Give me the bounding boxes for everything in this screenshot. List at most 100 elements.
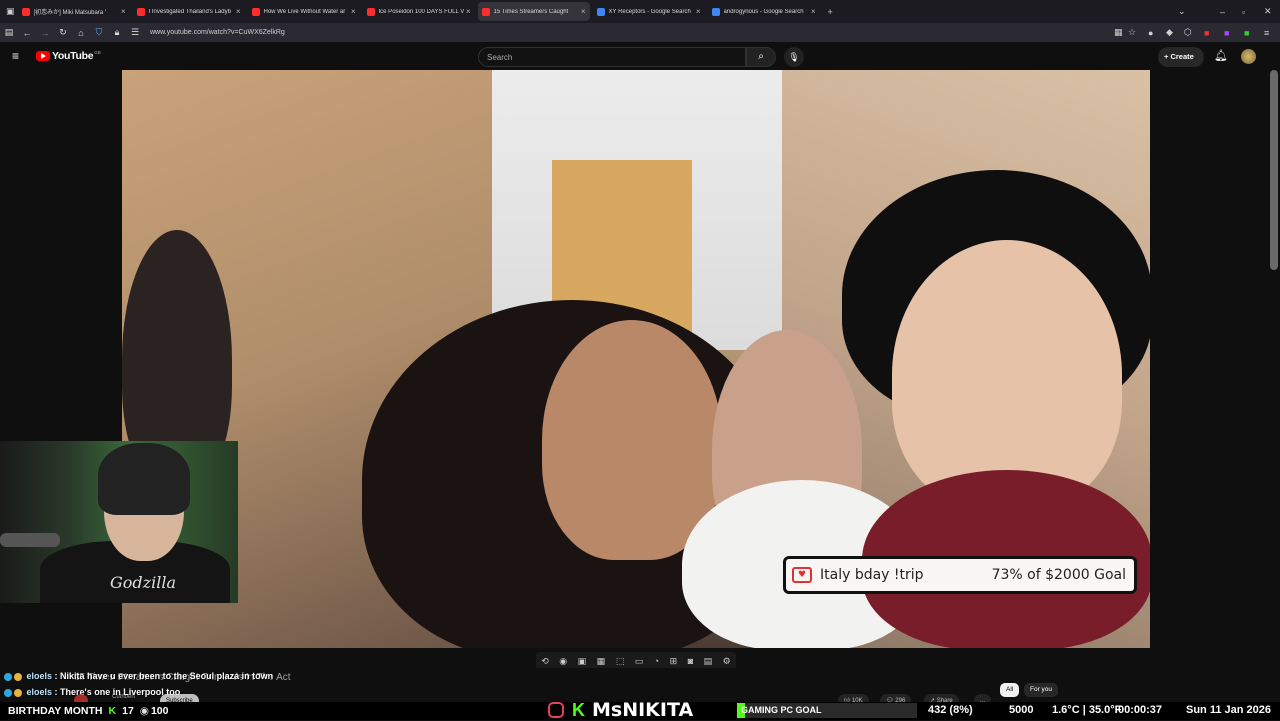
forward-icon[interactable]: → [36,28,54,38]
chat-badge-icon [14,672,22,681]
chat-username: eloels [26,687,53,697]
voice-search-button[interactable]: 🎙︎ [784,47,804,67]
bookmark-star-icon[interactable]: ☆ [1128,27,1136,38]
youtube-header: ≡ YouTube GB Search ⌕ 🎙︎ + Create 🔔︎ [0,42,1280,70]
extension-icon-2[interactable]: ◆ [1166,27,1173,38]
tab-close-icon[interactable]: × [696,7,701,16]
mic-icon: 🎙︎ [788,52,800,62]
goal-progress-text: 73% of $2000 Goal [991,567,1126,583]
search-input[interactable]: Search [478,47,746,67]
youtube-play-icon [36,51,50,61]
browser-tab[interactable]: androgynous - Google Search × [708,2,820,21]
settings-gear-icon[interactable]: ⚙ [723,656,731,667]
hamburger-menu-icon[interactable]: ≡ [12,49,19,63]
sidebar-toggle-icon[interactable]: ▤ [0,27,18,38]
loop-icon[interactable]: ⟲ [541,656,549,667]
tab-close-icon[interactable]: × [351,7,356,16]
calendar-icon[interactable]: ▦ [597,656,606,667]
tab-close-icon[interactable]: × [811,7,816,16]
url-field[interactable]: www.youtube.com/watch?v=CuWX6ZelkRg [150,29,285,36]
region-code: GB [94,49,101,55]
chat-message: eloels : Nikita have u ever been to the … [4,671,273,681]
new-tab-button[interactable]: + [828,7,833,17]
webcam-overlay: Godzilla [0,441,238,603]
browser-tab[interactable]: I Investigated Thailand's Ladyb × [133,2,245,21]
tab-overview-icon[interactable]: ▣ [6,6,15,17]
tab-list-chevron-icon[interactable]: ⌄ [1178,6,1186,17]
avatar[interactable] [1241,49,1256,64]
browser-tab[interactable]: XY Receptors - Google Search × [593,2,705,21]
resize-icon[interactable]: ⬚ [616,656,625,667]
instagram-icon [548,702,564,718]
chat-username: eloels [26,671,53,681]
browser-tab-bar: ▣ [初恋みか] Miki Matsubara ' × I Investigated… [0,0,1280,23]
youtube-wordmark: YouTube [52,50,94,62]
youtube-logo[interactable]: YouTube GB [36,50,101,62]
lock-icon[interactable]: 🔒︎ [108,27,126,38]
miniplayer-icon[interactable]: ▭ [635,656,644,667]
browser-tab[interactable]: Ice Poseidon 100 DAYS FULL V × [363,2,475,21]
tab-favicon-icon [596,7,605,16]
back-icon[interactable]: ← [18,28,36,38]
screenshot-icon[interactable]: ▣ [578,656,587,667]
chat-badge-icon [14,688,22,697]
kick-small-icon: K [108,705,117,717]
notifications-bell-icon[interactable]: 🔔︎ [1214,49,1228,62]
viewer-count: 100 [150,705,169,717]
restore-icon[interactable]: ▫ [1242,7,1245,17]
donation-goal-overlay: ♥ Italy bday !trip 73% of $2000 Goal [783,556,1137,594]
camera-icon[interactable]: ◙ [688,656,693,666]
filter-icon[interactable]: ▤ [704,656,713,667]
gaming-pc-goal-label: GAMING PC GOAL [741,705,822,715]
extension-icon-5[interactable]: ■ [1224,28,1229,38]
tab-close-icon[interactable]: × [236,7,241,16]
tab-favicon-icon [711,7,720,16]
address-bar: ▤ ← → ↻ ⌂ ⛉ 🔒︎ ☰ www.youtube.com/watch?v… [0,23,1280,42]
page-scrollbar[interactable] [1270,70,1278,270]
chip-all[interactable]: All [1000,683,1020,697]
browser-tab[interactable]: [初恋みか] Miki Matsubara ' × [18,2,130,21]
audio-icon[interactable]: ◉ [559,656,567,667]
tab-close-icon[interactable]: × [466,7,471,16]
extension-icon[interactable]: ● [1148,28,1153,38]
tab-close-icon[interactable]: × [581,7,586,16]
tab-title: 15 Times Streamers Caught [493,8,569,15]
extension-icon-3[interactable]: ⬡ [1184,27,1192,38]
browser-menu-icon[interactable]: ≡ [1264,28,1269,38]
tab-favicon-icon [136,7,145,16]
stream-uptime: 00:00:37 [1118,704,1163,716]
tab-title: [初恋みか] Miki Matsubara ' [33,10,107,16]
home-icon[interactable]: ⌂ [72,28,90,38]
tab-title: Ice Poseidon 100 DAYS FULL V [378,8,464,15]
chip-for-you[interactable]: For you [1024,683,1059,697]
site-settings-icon[interactable]: ☰ [126,27,144,38]
video-person-2-face [542,320,722,560]
kick-logo-icon: K [572,700,585,720]
heart-cup-icon: ♥ [792,567,812,583]
browser-tab[interactable]: 15 Times Streamers Caught × [477,2,590,21]
shield-icon[interactable]: ⛉ [90,27,108,38]
webcam-hair [98,443,190,515]
goal-title: Italy bday !trip [820,567,924,583]
streamer-name: MsNIKITA [592,699,694,721]
tab-favicon-icon [21,7,30,16]
search-button[interactable]: ⌕ [746,47,776,67]
add-icon[interactable]: ⊞ [670,656,678,667]
channel-name[interactable]: Cuthbert [112,694,135,700]
speed-icon[interactable]: ◔ [654,656,659,666]
minimize-icon[interactable]: – [1220,7,1225,17]
close-window-icon[interactable]: ✕ [1264,6,1272,17]
tab-close-icon[interactable]: × [121,7,126,16]
browser-tab[interactable]: How We Live Without Water ar × [248,2,360,21]
goal-current-value: 432 (8%) [928,704,973,716]
ticker-birthday-text: BIRTHDAY MONTH [8,705,103,717]
create-button[interactable]: + Create [1158,47,1204,67]
tab-favicon-icon [481,7,490,16]
extension-icon-4[interactable]: ■ [1204,28,1209,38]
tab-title: I Investigated Thailand's Ladyb [148,8,231,15]
weather-text: 1.6°C | 35.0°F [1052,704,1122,716]
reader-icon[interactable]: ▦ [1114,27,1123,38]
extension-icon-6[interactable]: ■ [1244,28,1249,38]
reload-icon[interactable]: ↻ [54,27,72,38]
shirt-text: Godzilla [110,573,176,592]
